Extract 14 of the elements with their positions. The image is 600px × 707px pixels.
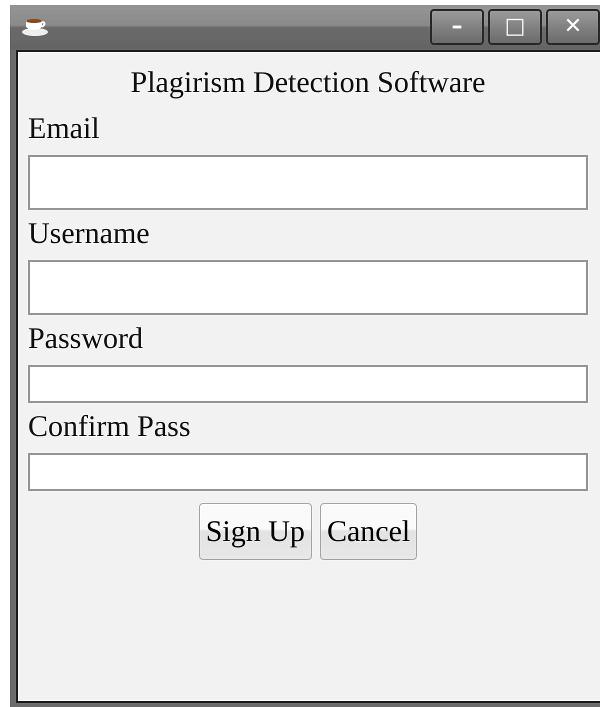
input-field[interactable] — [28, 155, 588, 210]
minimize-button[interactable]: – — [430, 9, 484, 45]
close-button[interactable]: ✕ — [546, 9, 600, 45]
field-label: Confirm Pass — [28, 409, 192, 445]
input-field[interactable] — [28, 365, 588, 403]
input-field[interactable] — [28, 453, 588, 491]
field-label: Username — [28, 216, 151, 252]
form-title: Plagirism Detection Software — [130, 65, 486, 101]
field-label: Password — [28, 321, 144, 357]
input-field[interactable] — [28, 260, 588, 315]
field-label: Email — [28, 111, 101, 147]
form-button[interactable]: Cancel — [320, 503, 418, 560]
form-button[interactable]: Sign Up — [198, 503, 312, 560]
maximize-button[interactable]: □ — [488, 9, 542, 45]
